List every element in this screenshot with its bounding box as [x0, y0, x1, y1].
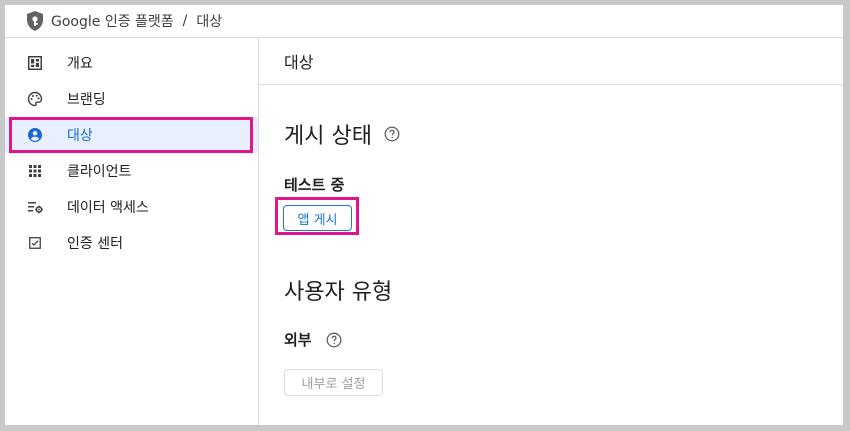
sidebar-item-overview[interactable]: 개요 [5, 45, 258, 81]
breadcrumb-product[interactable]: Google 인증 플랫폼 [51, 11, 174, 31]
page-title: 대상 [284, 53, 314, 72]
sidebar-item-label: 브랜딩 [67, 92, 106, 108]
publish-app-button[interactable]: 앱 게시 [283, 205, 352, 231]
account-circle-icon [27, 127, 43, 143]
sidebar-item-label: 대상 [67, 128, 93, 144]
sidebar-item-label: 개요 [67, 56, 93, 72]
user-type-value: 외부 [284, 331, 312, 349]
page-header: 대상 [259, 38, 843, 85]
sidebar-item-branding[interactable]: 브랜딩 [5, 81, 258, 117]
publish-status-heading: 게시 상태 [284, 118, 400, 150]
breadcrumb-separator: / [182, 13, 188, 29]
app-window: Google 인증 플랫폼 / 대상 개요 브랜딩 대상 클라이언트 데이터 액… [5, 5, 845, 425]
sidebar-item-label: 인증 센터 [67, 236, 123, 252]
sidebar-item-clients[interactable]: 클라이언트 [5, 153, 258, 189]
help-icon[interactable] [326, 332, 342, 348]
shield-icon [25, 10, 45, 32]
data-settings-icon [27, 199, 43, 215]
breadcrumb: Google 인증 플랫폼 / 대상 [5, 5, 843, 38]
user-type-heading: 사용자 유형 [284, 274, 392, 306]
sidebar-item-audience[interactable]: 대상 [5, 117, 258, 153]
breadcrumb-current: 대상 [196, 14, 223, 30]
sidebar: 개요 브랜딩 대상 클라이언트 데이터 액세스 인증 센터 [5, 38, 259, 425]
user-type-row: 외부 [284, 329, 342, 350]
sidebar-item-label: 클라이언트 [67, 164, 132, 180]
user-type-title: 사용자 유형 [284, 280, 393, 305]
publish-status-title: 게시 상태 [284, 124, 372, 149]
sidebar-item-verification-center[interactable]: 인증 센터 [5, 225, 258, 261]
palette-icon [27, 91, 43, 107]
help-icon[interactable] [384, 126, 400, 142]
make-internal-button[interactable]: 내부로 설정 [284, 369, 383, 396]
publish-status-value: 테스트 중 [284, 176, 345, 194]
sidebar-item-label: 데이터 액세스 [67, 200, 149, 216]
apps-grid-icon [27, 163, 43, 179]
sidebar-item-data-access[interactable]: 데이터 액세스 [5, 189, 258, 225]
dashboard-icon [27, 55, 43, 71]
main-content: 대상 게시 상태 테스트 중 앱 게시 사용자 유형 외부 내부로 설정 [259, 38, 843, 425]
verified-checkbox-icon [27, 235, 43, 251]
